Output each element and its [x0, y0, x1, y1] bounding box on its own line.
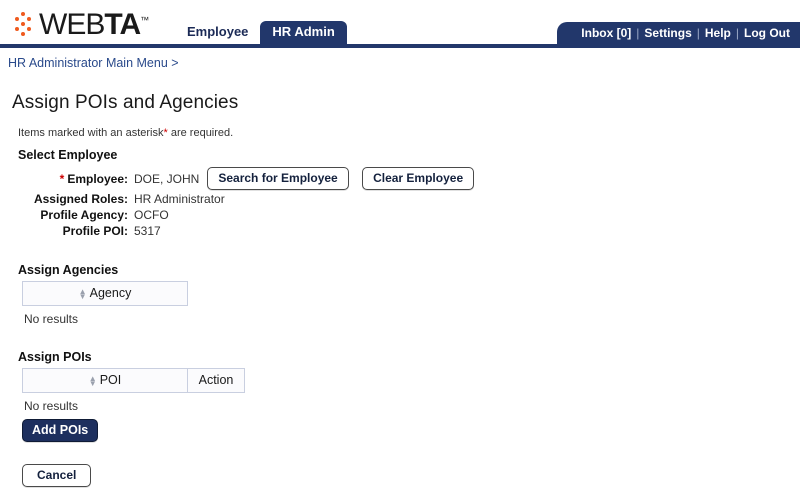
- nav-separator: |: [735, 26, 740, 40]
- webta-logo: WEBTA™: [12, 6, 149, 40]
- profile-agency-value: OCFO: [134, 208, 169, 222]
- nav-separator: |: [696, 26, 700, 40]
- page-title: Assign POIs and Agencies: [12, 92, 239, 113]
- table-row: * Employee: DOE, JOHN Search for Employee…: [10, 166, 484, 191]
- action-column-header: Action: [187, 368, 245, 393]
- agencies-table: ▲ ▼ Agency: [22, 281, 188, 306]
- utility-nav: Inbox [0] | Settings | Help | Log Out: [557, 22, 800, 44]
- table-row: Assigned Roles: HR Administrator: [10, 191, 484, 207]
- nav-settings-link[interactable]: Settings: [644, 26, 691, 40]
- employee-value: DOE, JOHN: [134, 171, 200, 186]
- assigned-roles-value: HR Administrator: [134, 192, 225, 206]
- profile-poi-label: Profile POI:: [62, 224, 128, 238]
- employee-label: Employee:: [67, 171, 128, 186]
- table-row: Profile Agency: OCFO: [10, 207, 484, 223]
- logo-wordmark: WEBTA™: [39, 5, 149, 40]
- poi-column-label: POI: [99, 373, 122, 387]
- page-header: WEBTA™ Employee HR Admin Inbox [0] | Set…: [0, 0, 800, 48]
- clear-employee-button[interactable]: Clear Employee: [362, 167, 475, 190]
- required-note-prefix: Items marked with an asterisk: [18, 127, 164, 139]
- agency-column-header[interactable]: ▲ ▼ Agency: [22, 281, 188, 306]
- tab-employee[interactable]: Employee: [175, 21, 260, 44]
- assign-agencies-section: Assign Agencies ▲ ▼ Agency No results: [10, 263, 800, 326]
- table-row: Profile POI: 5317: [10, 223, 484, 239]
- agencies-no-results: No results: [24, 312, 79, 326]
- employee-info-table: * Employee: DOE, JOHN Search for Employee…: [10, 166, 484, 239]
- sort-arrows-icon: ▲ ▼: [88, 373, 97, 388]
- footer-actions: Cancel: [22, 464, 800, 487]
- primary-tabs: Employee HR Admin: [175, 20, 347, 44]
- poi-column-header[interactable]: ▲ ▼ POI: [22, 368, 188, 393]
- breadcrumb-separator: >: [171, 56, 179, 70]
- trademark-icon: ™: [140, 15, 150, 25]
- select-employee-heading: Select Employee: [18, 148, 118, 162]
- search-for-employee-button[interactable]: Search for Employee: [207, 167, 349, 190]
- table-header-row: ▲ ▼ Agency: [22, 281, 188, 306]
- required-asterisk-icon: *: [59, 171, 65, 186]
- breadcrumb-item-hr-administrator-main-menu[interactable]: HR Administrator Main Menu: [8, 56, 168, 70]
- breadcrumb: HR Administrator Main Menu >: [0, 48, 800, 70]
- agency-column-label: Agency: [89, 286, 132, 300]
- assigned-roles-label: Assigned Roles:: [33, 192, 128, 206]
- required-note-suffix: are required.: [167, 127, 234, 139]
- logo-dots-icon: [12, 11, 38, 37]
- main-content: Assign POIs and Agencies Items marked wi…: [0, 92, 800, 487]
- employee-actions-cell: Search for Employee Clear Employee: [207, 166, 484, 191]
- required-fields-note: Items marked with an asterisk* are requi…: [18, 127, 800, 139]
- pois-no-results: No results: [24, 399, 79, 413]
- sort-arrows-icon: ▲ ▼: [78, 286, 87, 301]
- assign-agencies-heading: Assign Agencies: [18, 263, 119, 277]
- nav-inbox-link[interactable]: Inbox [0]: [581, 26, 631, 40]
- nav-logout-link[interactable]: Log Out: [744, 26, 790, 40]
- profile-poi-value: 5317: [134, 224, 161, 238]
- pois-table: ▲ ▼ POI Action: [22, 368, 245, 393]
- logo-ta-text: TA: [104, 8, 141, 41]
- nav-separator: |: [636, 26, 640, 40]
- add-pois-button[interactable]: Add POIs: [22, 419, 99, 442]
- employee-label-cell: * Employee:: [10, 166, 134, 191]
- add-pois-row: Add POIs: [22, 419, 800, 442]
- nav-help-link[interactable]: Help: [705, 26, 731, 40]
- assign-pois-section: Assign POIs ▲ ▼ POI Action No results Add …: [10, 350, 800, 442]
- header-divider: [0, 44, 800, 48]
- assign-pois-heading: Assign POIs: [18, 350, 92, 364]
- cancel-button[interactable]: Cancel: [22, 464, 92, 487]
- tab-hr-admin[interactable]: HR Admin: [260, 21, 347, 44]
- profile-agency-label: Profile Agency:: [40, 208, 128, 222]
- logo-web-text: WEB: [39, 8, 105, 41]
- table-header-row: ▲ ▼ POI Action: [22, 368, 245, 393]
